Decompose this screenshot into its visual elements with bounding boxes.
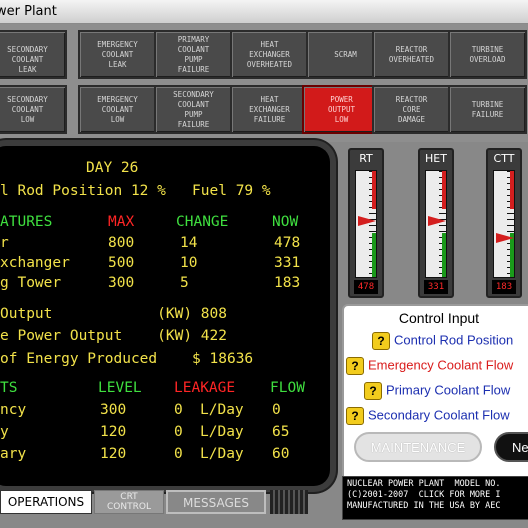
temps-header-change: CHANGE <box>176 214 229 230</box>
coolant-row-level: 300 <box>100 402 127 418</box>
coolant-row-unit: L/Day <box>200 402 244 418</box>
coolant-header-leakage: LEAKAGE <box>174 380 236 396</box>
coolant-row-level: 120 <box>100 424 127 440</box>
alarm-turbine-failure[interactable]: TURBINE FAILURE <box>448 85 527 134</box>
tab-crt-control[interactable]: CRT CONTROL <box>94 490 164 514</box>
help-icon[interactable]: ? <box>372 332 390 350</box>
alarm-emergency-coolant-low[interactable]: EMERGENCY COOLANT LOW <box>78 85 157 134</box>
gauge-rt: RT 478 <box>348 148 384 298</box>
alarm-emergency-coolant-leak[interactable]: EMERGENCY COOLANT LEAK <box>78 30 157 79</box>
maintenance-button[interactable]: MAINTENANCE <box>354 432 482 462</box>
temps-header-name: ATURES <box>0 214 53 230</box>
alarm-panel: SECONDARY COOLANT LEAK EMERGENCY COOLANT… <box>0 24 528 142</box>
tab-grip <box>270 490 308 514</box>
temp-row-change: 5 <box>180 275 189 291</box>
coolant-row-name: ncy <box>0 402 27 418</box>
temps-header-now: NOW <box>272 214 299 230</box>
temps-header-max: MAX <box>108 214 135 230</box>
title-bar: wer Plant <box>0 0 528 24</box>
gauge-pointer <box>496 233 514 243</box>
coolant-row-unit: L/Day <box>200 424 244 440</box>
temperature-gauges: RT 478 HET 331 CTT 183 <box>340 142 528 302</box>
alarm-secondary-coolant-pump-failure[interactable]: SECONDARY COOLANT PUMP FAILURE <box>154 85 233 134</box>
gauge-label: HET <box>425 152 447 165</box>
gauge-label: RT <box>359 152 373 165</box>
temp-row-name: r <box>0 235 9 251</box>
screen-tabs: OPERATIONS CRT CONTROL MESSAGES <box>0 486 340 516</box>
temp-row-max: 300 <box>108 275 135 291</box>
effective-output-line: e Power Output (KW) 422 <box>0 328 227 344</box>
gauge-tube <box>493 170 515 278</box>
alarm-turbine-overload[interactable]: TURBINE OVERLOAD <box>448 30 527 79</box>
coolant-row-flow: 60 <box>272 446 290 462</box>
tab-messages[interactable]: MESSAGES <box>166 490 266 514</box>
day-label: DAY 26 <box>86 160 139 176</box>
help-icon[interactable]: ? <box>346 407 364 425</box>
coolant-row-leak: 0 <box>174 424 183 440</box>
output-line: Output (KW) 808 <box>0 306 227 322</box>
control-input-title: Control Input <box>398 310 480 326</box>
alarm-reactor-overheated[interactable]: REACTOR OVERHEATED <box>372 30 451 79</box>
temp-row-name: xchanger <box>0 255 70 271</box>
emergency-coolant-flow-label[interactable]: Emergency Coolant Flow <box>368 357 513 372</box>
temp-row-change: 10 <box>180 255 198 271</box>
emergency-coolant-flow-row[interactable]: ? Emergency Coolant Flow <box>346 357 513 375</box>
coolant-header-name: TS <box>0 380 18 396</box>
help-icon[interactable]: ? <box>364 382 382 400</box>
temp-row-name: g Tower <box>0 275 62 291</box>
gauge-label: CTT <box>493 152 515 165</box>
control-rod-position-label[interactable]: Control Rod Position <box>394 332 513 347</box>
secondary-coolant-flow-label[interactable]: Secondary Coolant Flow <box>368 407 510 422</box>
secondary-coolant-flow-row[interactable]: ? Secondary Coolant Flow <box>346 407 510 425</box>
rod-fuel-line: l Rod Position 12 % Fuel 79 % <box>0 183 271 199</box>
temp-row-max: 500 <box>108 255 135 271</box>
control-input-panel: Control Input ? Control Rod Position ? Eme… <box>342 304 528 482</box>
temp-row-now: 478 <box>274 235 301 251</box>
coolant-header-level: LEVEL <box>98 380 142 396</box>
alarm-secondary-coolant-leak[interactable]: SECONDARY COOLANT LEAK <box>0 30 67 79</box>
info-banner[interactable]: NUCLEAR POWER PLANT MODEL NO. (C)2001-20… <box>342 476 528 520</box>
coolant-row-unit: L/Day <box>200 446 244 462</box>
gauge-tube <box>425 170 447 278</box>
control-rod-position-row[interactable]: ? Control Rod Position <box>372 332 513 350</box>
alarm-primary-coolant-pump-failure[interactable]: PRIMARY COOLANT PUMP FAILURE <box>154 30 233 79</box>
gauge-value: 183 <box>492 280 516 294</box>
coolant-row-leak: 0 <box>174 402 183 418</box>
alarm-heat-exchanger-failure[interactable]: HEAT EXCHANGER FAILURE <box>230 85 309 134</box>
crt-display: DAY 26 l Rod Position 12 % Fuel 79 % ATU… <box>0 146 330 486</box>
next-button[interactable]: Ne <box>494 432 528 462</box>
window-title: wer Plant <box>0 4 57 19</box>
coolant-row-flow: 0 <box>272 402 281 418</box>
alarm-power-output-low[interactable]: POWER OUTPUT LOW <box>302 85 381 134</box>
energy-line: of Energy Produced $ 18636 <box>0 351 254 367</box>
primary-coolant-flow-label[interactable]: Primary Coolant Flow <box>386 382 510 397</box>
gauge-tube <box>355 170 377 278</box>
temp-row-max: 800 <box>108 235 135 251</box>
coolant-row-name: y <box>0 424 9 440</box>
primary-coolant-flow-row[interactable]: ? Primary Coolant Flow <box>364 382 510 400</box>
alarm-reactor-core-damage[interactable]: REACTOR CORE DAMAGE <box>372 85 451 134</box>
gauge-pointer <box>358 216 376 226</box>
main-panel: DAY 26 l Rod Position 12 % Fuel 79 % ATU… <box>0 142 528 528</box>
gauge-value: 331 <box>424 280 448 294</box>
coolant-row-name: ary <box>0 446 27 462</box>
alarm-heat-exchanger-overheated[interactable]: HEAT EXCHANGER OVERHEATED <box>230 30 309 79</box>
help-icon[interactable]: ? <box>346 357 364 375</box>
coolant-row-leak: 0 <box>174 446 183 462</box>
temp-row-now: 183 <box>274 275 301 291</box>
tab-operations[interactable]: OPERATIONS <box>0 490 92 514</box>
coolant-row-level: 120 <box>100 446 127 462</box>
gauge-pointer <box>428 216 446 226</box>
gauge-ctt: CTT 183 <box>486 148 522 298</box>
coolant-header-flow: FLOW <box>270 380 305 396</box>
gauge-het: HET 331 <box>418 148 454 298</box>
temp-row-change: 14 <box>180 235 198 251</box>
coolant-row-flow: 65 <box>272 424 290 440</box>
gauge-value: 478 <box>354 280 378 294</box>
temp-row-now: 331 <box>274 255 301 271</box>
alarm-secondary-coolant-low[interactable]: SECONDARY COOLANT LOW <box>0 85 67 134</box>
